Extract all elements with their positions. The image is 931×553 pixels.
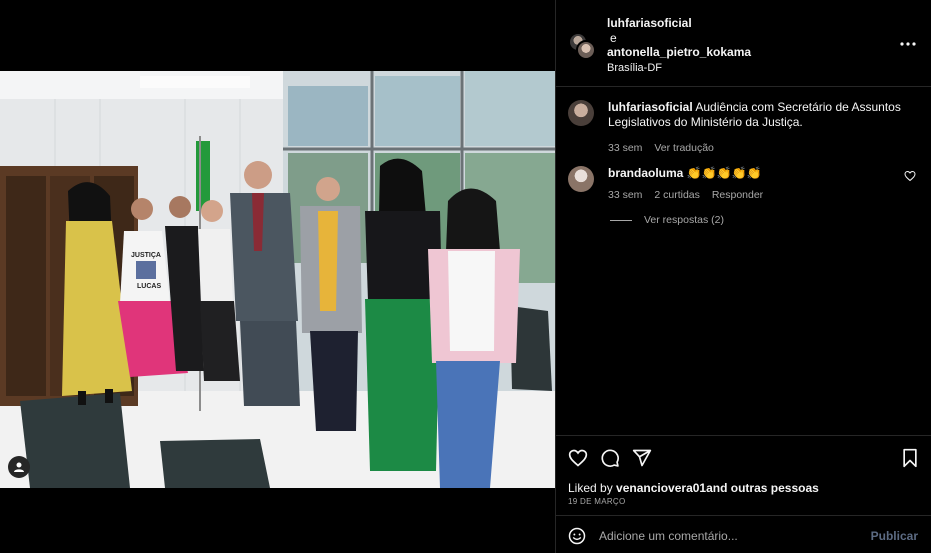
translate-link[interactable]: Ver tradução [654,142,714,154]
likes-prefix: Liked by [568,481,617,495]
bookmark-icon[interactable] [900,448,920,468]
view-replies-label: Ver respostas (2) [644,214,724,226]
heart-icon[interactable] [568,448,588,468]
comment-meta: 33 sem 2 curtidas Responder [608,188,908,203]
comment-avatar[interactable] [568,166,594,192]
caption-time[interactable]: 33 sem [608,142,642,154]
comment-username[interactable]: brandaoluma [608,166,683,180]
post-date[interactable]: 19 DE MARÇO [568,497,626,506]
comment-heart-icon[interactable] [904,170,916,182]
caption-username[interactable]: luhfariasoficial [608,100,693,114]
comment-icon[interactable] [600,448,620,468]
reply-button[interactable]: Responder [712,189,763,201]
likes-user[interactable]: venanciovera01 [616,481,706,495]
caption-body: luhfariasoficial Audiência com Secretári… [608,100,908,156]
author-username[interactable]: luhfariasoficial [607,16,751,31]
post-photo[interactable]: JUSTIÇA LUCAS [0,71,555,488]
coauthor-username[interactable]: antonella_pietro_kokama [607,45,751,60]
comment-body: brandaoluma 👏👏👏👏👏 33 sem 2 curtidas Resp… [608,166,908,203]
post-header: luhfariasoficial e antonella_pietro_koka… [556,0,931,87]
caption-meta: 33 sem Ver tradução [608,141,908,156]
likes-and: and [706,481,731,495]
author-avatars[interactable] [568,32,598,62]
replies-divider [610,219,632,221]
comment-box: Publicar [556,515,931,553]
likes-summary: Liked by venanciovera01and outras pessoa… [568,481,819,495]
author-names: luhfariasoficial e antonella_pietro_koka… [607,16,751,75]
share-icon[interactable] [632,448,652,468]
comment-likes[interactable]: 2 curtidas [654,189,700,201]
post-location[interactable]: Brasília-DF [607,61,751,76]
post-side-panel: luhfariasoficial e antonella_pietro_koka… [555,0,931,553]
coauthor-avatar[interactable] [576,40,596,60]
more-options-button[interactable] [898,34,918,54]
user-icon [14,462,24,472]
likes-others[interactable]: outras pessoas [731,481,819,495]
publish-button[interactable]: Publicar [871,529,918,543]
tagged-users-button[interactable] [8,456,30,478]
emoji-icon[interactable] [568,527,586,545]
actions-bar: Liked by venanciovera01and outras pessoa… [556,435,931,515]
comment-input[interactable] [599,527,859,545]
view-replies-button[interactable]: Ver respostas (2) [610,214,724,226]
shirt-text-justica: JUSTIÇA [131,252,161,259]
media-area: JUSTIÇA LUCAS [0,0,555,553]
author-conjunction: e [610,30,617,45]
comment-text: 👏👏👏👏👏 [686,166,762,180]
shirt-text-lucas: LUCAS [137,283,161,290]
comment-time[interactable]: 33 sem [608,189,642,201]
photo-illustration: JUSTIÇA LUCAS [0,71,555,488]
caption-avatar[interactable] [568,100,594,126]
more-icon [900,42,916,46]
